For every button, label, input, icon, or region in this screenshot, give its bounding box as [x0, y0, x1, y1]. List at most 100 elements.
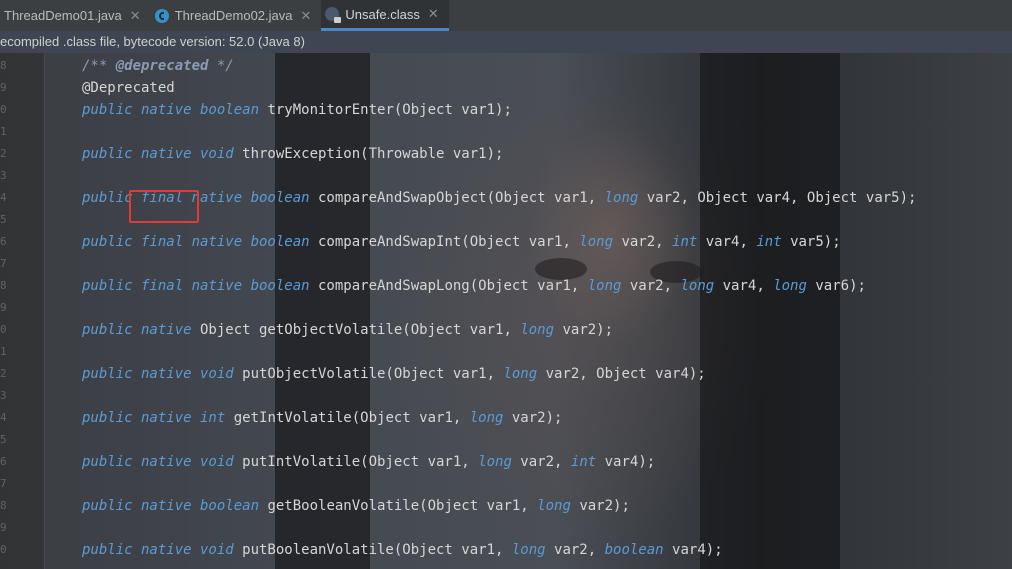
- keyword-token: long: [579, 234, 614, 250]
- code-line[interactable]: 9: [0, 517, 1012, 539]
- code-token: Object getObjectVolatile(Object var1,: [191, 322, 521, 338]
- code-token: putIntVolatile(Object var1,: [233, 454, 479, 470]
- keyword-token: public native void: [82, 542, 234, 558]
- code-line[interactable]: 1: [0, 121, 1012, 143]
- info-text: ecompiled .class file, bytecode version:…: [0, 34, 305, 49]
- code-line[interactable]: 7: [0, 473, 1012, 495]
- line-number: 2: [0, 147, 7, 160]
- comment-token: */: [208, 58, 234, 74]
- keyword-token: long: [511, 542, 546, 558]
- code-line[interactable]: 8 /** @deprecated */: [0, 55, 1012, 77]
- code-token: var6);: [806, 278, 866, 294]
- locked-class-icon: [325, 7, 342, 23]
- code-line[interactable]: 6 public native void putIntVolatile(Objec…: [0, 451, 1012, 473]
- line-number: 9: [0, 81, 7, 94]
- line-number: 6: [0, 235, 7, 248]
- code-token: var4,: [697, 234, 757, 250]
- code-token: compareAndSwapInt(Object var1,: [309, 234, 580, 250]
- line-number: 0: [0, 323, 7, 336]
- tab-label: ThreadDemo01.java: [4, 8, 122, 23]
- tab-unsafe-class[interactable]: Unsafe.class ✕: [321, 0, 449, 31]
- line-number: 8: [0, 279, 7, 292]
- code-line[interactable]: 2 public native void throwException(Throw…: [0, 143, 1012, 165]
- code-token: getIntVolatile(Object var1,: [225, 410, 470, 426]
- close-icon[interactable]: ✕: [130, 8, 141, 24]
- keyword-token: public native boolean: [82, 498, 260, 514]
- keyword-token: boolean: [604, 542, 664, 558]
- code-text: public final native boolean compareAndSw…: [82, 187, 916, 209]
- line-number: 1: [0, 345, 7, 358]
- code-line[interactable]: 3: [0, 165, 1012, 187]
- keyword-token: public native void: [82, 366, 234, 382]
- line-number: 9: [0, 301, 7, 314]
- code-token: throwException(Throwable var1);: [233, 146, 504, 162]
- code-token: putObjectVolatile(Object var1,: [233, 366, 504, 382]
- comment-token: /**: [82, 58, 116, 74]
- code-text: public native void putBooleanVolatile(Ob…: [82, 539, 723, 561]
- code-token: var2,: [545, 542, 605, 558]
- code-line[interactable]: 5: [0, 429, 1012, 451]
- line-number: 4: [0, 411, 7, 424]
- keyword-token: public native void: [82, 146, 234, 162]
- line-number: 5: [0, 433, 7, 446]
- code-line[interactable]: 9: [0, 297, 1012, 319]
- line-number: 8: [0, 499, 7, 512]
- keyword-token: long: [537, 498, 571, 514]
- code-token: var2,: [621, 278, 681, 294]
- close-icon[interactable]: ✕: [428, 6, 439, 22]
- code-line[interactable]: 2 public native void putObjectVolatile(Ob…: [0, 363, 1012, 385]
- keyword-token: int: [756, 234, 782, 250]
- code-line[interactable]: 0 public native boolean tryMonitorEnter(O…: [0, 99, 1012, 121]
- tab-label: Unsafe.class: [345, 6, 420, 22]
- code-line[interactable]: 4 public native int getIntVolatile(Object…: [0, 407, 1012, 429]
- code-line[interactable]: 8 public final native boolean compareAndS…: [0, 275, 1012, 297]
- code-token: var5);: [781, 234, 841, 250]
- code-line[interactable]: 8 public native boolean getBooleanVolatil…: [0, 495, 1012, 517]
- line-number: 6: [0, 455, 7, 468]
- code-text: public native Object getObjectVolatile(O…: [82, 319, 613, 341]
- code-line[interactable]: 0 public native void putBooleanVolatile(O…: [0, 539, 1012, 561]
- code-token: var4,: [714, 278, 774, 294]
- code-token: var4);: [663, 542, 723, 558]
- keyword-token: public final native boolean: [82, 234, 310, 250]
- line-number: 0: [0, 543, 7, 556]
- line-number: 0: [0, 103, 7, 116]
- code-line[interactable]: 6 public final native boolean compareAndS…: [0, 231, 1012, 253]
- code-text: public native int getIntVolatile(Object …: [82, 407, 562, 429]
- code-token: var2);: [503, 410, 563, 426]
- keyword-token: long: [773, 278, 807, 294]
- keyword-token: int: [570, 454, 597, 470]
- code-line[interactable]: 9 @Deprecated: [0, 77, 1012, 99]
- keyword-token: public native void: [82, 454, 234, 470]
- code-token: var2, Object var4, Object var5);: [638, 190, 917, 206]
- code-line[interactable]: 7: [0, 253, 1012, 275]
- code-token: putBooleanVolatile(Object var1,: [233, 542, 512, 558]
- keyword-token: long: [604, 190, 639, 206]
- close-icon[interactable]: ✕: [301, 8, 312, 24]
- code-token: var2,: [613, 234, 673, 250]
- tab-threaddemo01[interactable]: ThreadDemo01.java ✕: [0, 0, 151, 31]
- code-token: var2);: [554, 322, 614, 338]
- decompiled-info-bar: ecompiled .class file, bytecode version:…: [0, 31, 1012, 53]
- code-line[interactable]: 1: [0, 341, 1012, 363]
- keyword-token: public native boolean: [82, 102, 260, 118]
- code-token: var2);: [570, 498, 630, 514]
- code-token: var2, Object var4);: [537, 366, 706, 382]
- line-number: 7: [0, 257, 7, 270]
- line-number: 2: [0, 367, 7, 380]
- code-text: @Deprecated: [82, 77, 175, 99]
- line-number: 7: [0, 477, 7, 490]
- keyword-token: long: [478, 454, 512, 470]
- tab-label: ThreadDemo02.java: [174, 8, 293, 23]
- code-token: @Deprecated: [82, 80, 175, 96]
- tab-threaddemo02[interactable]: ThreadDemo02.java ✕: [151, 0, 322, 31]
- editor-tab-bar: ThreadDemo01.java ✕ ThreadDemo02.java ✕ …: [0, 0, 1012, 32]
- line-number: 4: [0, 191, 7, 204]
- code-line[interactable]: 3: [0, 385, 1012, 407]
- code-token: getBooleanVolatile(Object var1,: [259, 498, 538, 514]
- code-line[interactable]: 0 public native Object getObjectVolatile(…: [0, 319, 1012, 341]
- keyword-token: long: [680, 278, 715, 294]
- code-editor[interactable]: 8 /** @deprecated */ 9 @Deprecated 0 public n…: [0, 53, 1012, 569]
- keyword-token: int: [672, 234, 698, 250]
- code-text: /** @deprecated */: [82, 55, 234, 77]
